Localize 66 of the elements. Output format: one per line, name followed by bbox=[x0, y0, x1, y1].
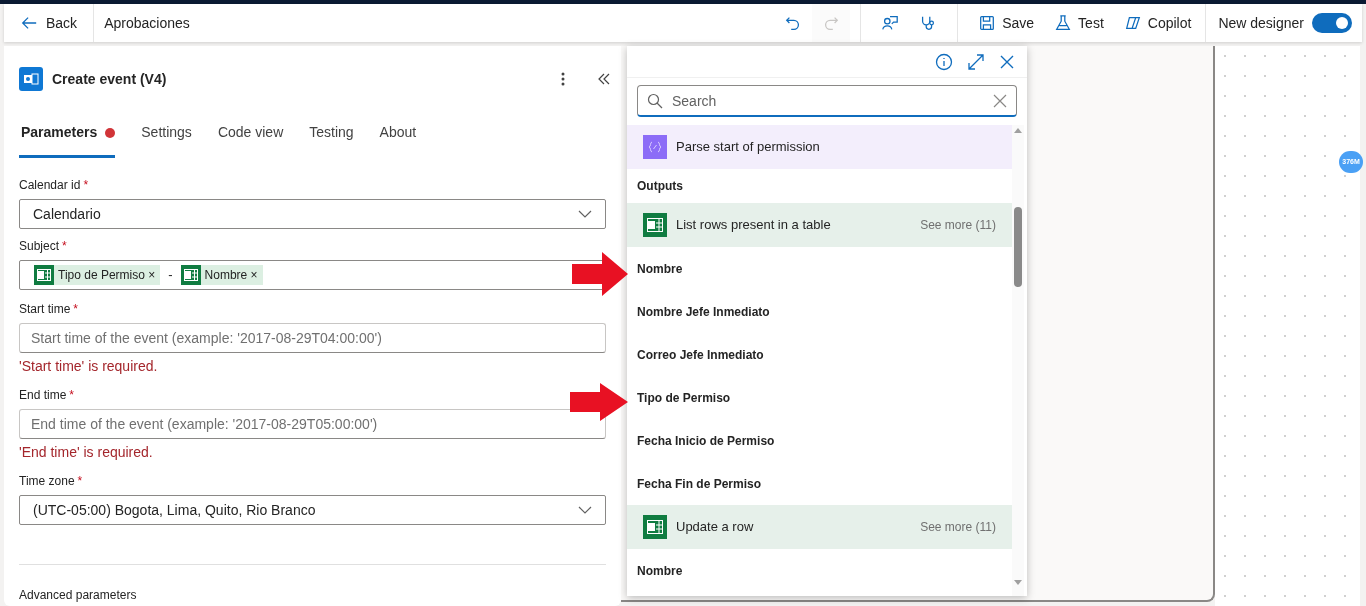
excel-icon bbox=[643, 213, 667, 237]
flow-name: Aprobaciones bbox=[103, 13, 191, 33]
excel-icon bbox=[643, 515, 667, 539]
required-mark: * bbox=[62, 238, 67, 255]
required-mark: * bbox=[83, 177, 89, 194]
error-message: 'Start time' is required. bbox=[19, 357, 159, 376]
action-name: Update a row bbox=[676, 518, 755, 537]
action-header[interactable]: List rows present in a table See more (11) bbox=[627, 203, 1012, 247]
section-label: Outputs bbox=[637, 178, 683, 195]
search-icon bbox=[647, 93, 663, 109]
required-mark: * bbox=[73, 301, 79, 318]
excel-icon bbox=[183, 269, 198, 281]
token-item[interactable]: Tipo de Permiso bbox=[637, 388, 731, 407]
token-item[interactable]: Nombre bbox=[637, 561, 683, 580]
token-item[interactable]: Correo Jefe Inmediato bbox=[637, 345, 764, 364]
field-label: Calendar id bbox=[19, 177, 81, 194]
pointer-arrow bbox=[570, 383, 628, 421]
field-label: End time bbox=[19, 387, 67, 404]
tab[interactable]: Code view bbox=[217, 116, 284, 158]
field-label: Time zone bbox=[19, 473, 75, 490]
chevron-down-icon bbox=[578, 505, 592, 515]
token-item[interactable]: Fecha Inicio de Permiso bbox=[637, 431, 775, 450]
see-more-link[interactable]: See more (11) bbox=[920, 216, 996, 234]
tab[interactable]: Settings bbox=[141, 116, 192, 158]
variable-icon bbox=[643, 135, 667, 159]
clear-icon[interactable] bbox=[993, 94, 1007, 108]
dropdown[interactable]: (UTC-05:00) Bogota, Lima, Quito, Rio Branco bbox=[19, 495, 606, 525]
field-label: Subject bbox=[19, 238, 60, 255]
tab[interactable]: Testing bbox=[309, 116, 354, 158]
token-chip[interactable]: Nombre × bbox=[180, 265, 263, 285]
test-button[interactable]: Test bbox=[1044, 4, 1114, 42]
tab[interactable]: Parameters bbox=[19, 116, 116, 158]
required-mark: * bbox=[77, 473, 83, 490]
action-header[interactable]: Parse start of permission bbox=[627, 125, 1012, 169]
action-title: Create event (V4) bbox=[52, 69, 168, 89]
close-icon[interactable] bbox=[999, 53, 1015, 70]
expand-icon[interactable] bbox=[967, 52, 985, 71]
action-name: List rows present in a table bbox=[676, 216, 832, 235]
section-label: Advanced parameters bbox=[19, 587, 138, 604]
action-header[interactable]: Update a row See more (11) bbox=[627, 505, 1012, 549]
outlook-icon bbox=[19, 67, 43, 91]
token-chip[interactable]: Tipo de Permiso × bbox=[34, 265, 161, 285]
action-name: Parse start of permission bbox=[676, 138, 821, 157]
token-item[interactable]: Nombre Jefe Inmediato bbox=[637, 302, 770, 321]
see-more-link[interactable]: See more (11) bbox=[920, 518, 996, 536]
search-field[interactable]: Search bbox=[637, 85, 1017, 117]
token-item[interactable]: Nombre bbox=[637, 259, 683, 278]
chevron-down-icon bbox=[578, 209, 592, 219]
back-arrow-icon bbox=[20, 14, 38, 32]
toggle-switch[interactable] bbox=[1312, 13, 1352, 33]
info-icon[interactable] bbox=[935, 52, 953, 71]
required-mark: * bbox=[69, 387, 75, 404]
copilot-button[interactable]: Copilot bbox=[1113, 4, 1202, 42]
error-message: 'End time' is required. bbox=[19, 443, 154, 462]
separator-text: - bbox=[167, 266, 174, 285]
tab[interactable]: About bbox=[379, 116, 417, 158]
pointer-arrow bbox=[572, 252, 628, 296]
token-item[interactable]: Fecha Fin de Permiso bbox=[637, 474, 762, 493]
field-label: Start time bbox=[19, 301, 71, 318]
excel-icon bbox=[37, 269, 51, 281]
toggle-label: New designer bbox=[1218, 13, 1304, 33]
dropdown[interactable]: Calendario bbox=[19, 199, 606, 229]
save-button[interactable]: Save bbox=[957, 4, 1045, 42]
back-button[interactable]: Back bbox=[4, 4, 95, 42]
input-field[interactable]: End time of the event (example: '2017-08-29T05:00:00') bbox=[19, 409, 606, 439]
input-field[interactable]: Start time of the event (example: '2017-08-29T04:00:00') bbox=[19, 323, 606, 353]
